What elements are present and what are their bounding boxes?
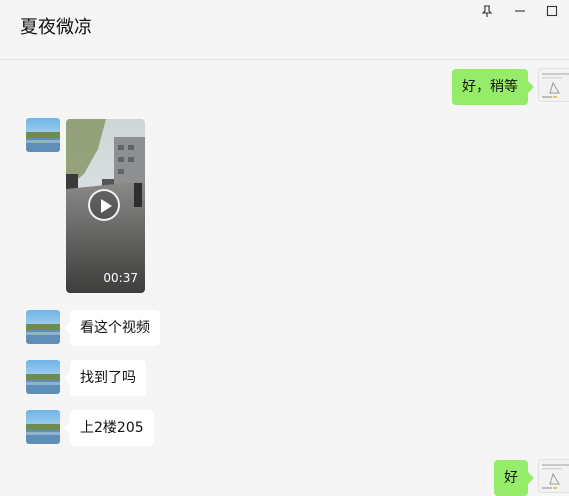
message-text: 好 — [504, 470, 518, 486]
chat-window: 夏夜微凉 好，稍等 00:37 看这个视频 找到了吗 上2楼205 好 — [0, 0, 569, 496]
video-duration: 00:37 — [103, 271, 138, 285]
self-avatar[interactable] — [538, 459, 569, 493]
message-bubble-outgoing[interactable]: 好 — [494, 460, 534, 496]
pin-icon[interactable] — [478, 2, 496, 20]
self-avatar[interactable] — [538, 68, 569, 102]
maximize-icon[interactable] — [543, 2, 561, 20]
message-bubble-incoming[interactable]: 看这个视频 — [64, 310, 160, 346]
message-bubble-incoming[interactable]: 上2楼205 — [64, 410, 154, 446]
minimize-icon[interactable] — [511, 2, 529, 20]
contact-avatar[interactable] — [26, 410, 60, 444]
message-text: 看这个视频 — [80, 320, 150, 336]
contact-avatar[interactable] — [26, 310, 60, 344]
chat-header: 夏夜微凉 — [0, 0, 569, 60]
message-bubble-outgoing[interactable]: 好，稍等 — [452, 69, 534, 105]
contact-avatar[interactable] — [26, 360, 60, 394]
message-text: 好，稍等 — [462, 79, 518, 95]
message-text: 找到了吗 — [80, 370, 136, 386]
message-text: 上2楼205 — [80, 420, 144, 436]
play-icon[interactable] — [88, 189, 120, 221]
contact-avatar[interactable] — [26, 118, 60, 152]
message-bubble-incoming[interactable]: 找到了吗 — [64, 360, 146, 396]
chat-title: 夏夜微凉 — [20, 17, 92, 38]
message-list[interactable]: 好，稍等 00:37 看这个视频 找到了吗 上2楼205 好 — [0, 60, 569, 496]
video-message[interactable]: 00:37 — [66, 119, 145, 293]
